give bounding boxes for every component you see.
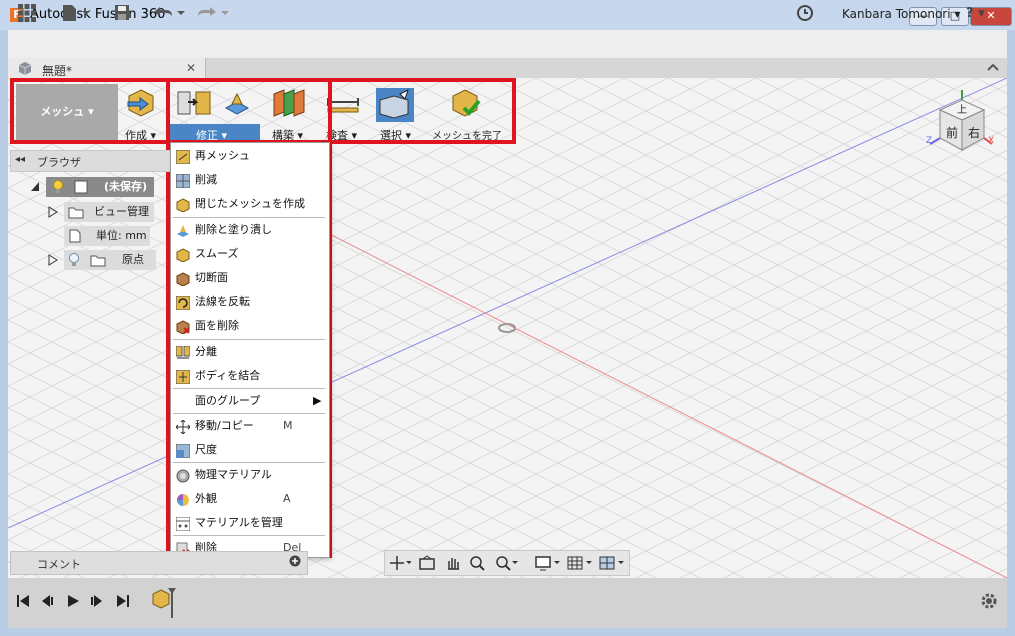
physical-material-icon — [176, 468, 190, 483]
modify-dropdown-menu: 再メッシュ 削減 閉じたメッシュを作成 削除と塗り潰し スムーズ 切断面 法線を… — [170, 142, 330, 558]
menu-item-separate[interactable]: 分離 — [171, 340, 327, 364]
erase-fill-icon — [176, 223, 190, 237]
comment-label: コメント — [37, 558, 81, 571]
undo-icon[interactable] — [152, 4, 186, 24]
browser-item-origin[interactable]: 原点 — [64, 250, 156, 270]
browser-item-views[interactable]: ビュー管理 — [64, 202, 154, 222]
closed-mesh-icon — [176, 197, 190, 213]
cube-icon — [18, 61, 32, 78]
collapse-toolbar-icon[interactable] — [986, 60, 1000, 77]
menu-item-combine-bodies[interactable]: ボディを結合 — [171, 364, 327, 388]
add-comment-icon[interactable] — [289, 555, 301, 570]
help-menu[interactable]: ? ▾ — [966, 4, 985, 24]
fit-zoom-icon[interactable] — [495, 555, 519, 574]
document-tab-label: 無題* — [42, 64, 73, 78]
menu-item-remesh[interactable]: 再メッシュ — [171, 144, 327, 168]
menu-item-face-groups[interactable]: 面のグループ ▶ — [171, 389, 327, 413]
file-icon[interactable] — [62, 4, 92, 24]
user-menu[interactable]: Kanbara Tomonori ▾ — [842, 4, 960, 24]
submenu-arrow-icon: ▶ — [313, 394, 322, 407]
menu-shortcut: M — [283, 419, 293, 432]
browser-item-label: 単位: mm — [96, 229, 147, 242]
lightbulb-off-icon[interactable] — [68, 253, 80, 274]
collapse-browser-icon[interactable]: ◂◂ — [15, 154, 25, 165]
menu-shortcut: A — [283, 492, 291, 505]
look-at-icon[interactable] — [419, 555, 435, 574]
timeline-settings-gear-icon[interactable] — [980, 592, 998, 613]
data-panel-icon[interactable] — [18, 4, 36, 24]
viewcube-right-label: 右 — [968, 126, 981, 140]
separate-icon — [175, 345, 191, 359]
expand-origin-icon[interactable] — [48, 254, 58, 269]
viewports-icon[interactable] — [599, 555, 625, 574]
combine-icon — [175, 369, 191, 385]
close-tab-icon[interactable]: ✕ — [186, 61, 196, 75]
browser-item-units[interactable]: 単位: mm — [64, 226, 150, 246]
plane-cut-icon — [176, 271, 190, 287]
navigation-bar — [384, 550, 630, 576]
browser-title: ブラウザ — [37, 156, 81, 169]
viewcube-top-label: 上 — [957, 105, 967, 116]
move-icon — [175, 419, 191, 435]
job-status-clock-icon[interactable] — [796, 4, 814, 24]
document-icon — [68, 229, 82, 250]
document-tab[interactable]: 無題* ✕ — [8, 58, 206, 78]
reduce-icon — [175, 173, 191, 189]
menu-item-appearance[interactable]: 外観 A — [171, 487, 327, 511]
expand-views-icon[interactable] — [48, 206, 58, 221]
menu-item-smooth[interactable]: スムーズ — [171, 242, 327, 266]
timeline-mesh-feature-icon[interactable] — [150, 586, 178, 623]
viewcube-front-label: 前 — [946, 126, 959, 140]
step-back-icon[interactable] — [40, 594, 54, 611]
appearance-icon — [176, 492, 190, 506]
menu-item-delete-faces[interactable]: 面を削除 — [171, 314, 327, 338]
collapse-root-icon[interactable] — [30, 180, 40, 192]
comment-panel[interactable]: コメント — [10, 551, 308, 575]
menu-item-move-copy[interactable]: 移動/コピー M — [171, 414, 327, 438]
browser-item-label: 原点 — [122, 253, 144, 266]
scale-icon — [175, 443, 191, 459]
manage-materials-icon — [175, 516, 191, 532]
menu-bar — [8, 30, 1007, 59]
zoom-icon[interactable] — [469, 555, 487, 574]
menu-item-reverse-normal[interactable]: 法線を反転 — [171, 290, 327, 314]
menu-item-manage-materials[interactable]: マテリアルを管理 — [171, 511, 327, 535]
window-title: Autodesk Fusion 360 — [30, 7, 166, 22]
folder-icon — [90, 253, 106, 274]
remesh-icon — [175, 149, 191, 165]
browser-item-label: ビュー管理 — [94, 205, 149, 218]
reverse-normal-icon — [175, 295, 191, 311]
pan-hand-icon[interactable] — [445, 555, 461, 574]
play-icon[interactable] — [66, 594, 80, 611]
go-to-end-icon[interactable] — [116, 594, 130, 611]
menu-item-physical-material[interactable]: 物理マテリアル — [171, 463, 327, 487]
axis-z-label: Z — [926, 136, 933, 146]
viewcube[interactable]: 上 前 右 Z X — [926, 88, 998, 160]
axis-x-label: X — [988, 136, 995, 146]
menu-item-scale[interactable]: 尺度 — [171, 438, 327, 462]
browser-root-node[interactable]: (未保存) — [46, 177, 154, 197]
grid-settings-icon[interactable] — [567, 555, 593, 574]
component-icon — [74, 180, 88, 201]
lightbulb-icon[interactable] — [52, 180, 64, 201]
go-to-start-icon[interactable] — [16, 594, 30, 611]
delete-faces-icon — [176, 319, 190, 335]
menu-item-make-closed-mesh[interactable]: 閉じたメッシュを作成 — [171, 192, 327, 216]
save-icon[interactable] — [114, 4, 130, 24]
redo-icon[interactable] — [196, 4, 230, 24]
orbit-icon[interactable] — [389, 555, 412, 574]
folder-icon — [68, 205, 84, 226]
smooth-icon — [176, 247, 190, 263]
menu-item-erase-and-fill[interactable]: 削除と塗り潰し — [171, 218, 327, 242]
browser-root-label: (未保存) — [104, 180, 148, 193]
step-forward-icon[interactable] — [90, 594, 104, 611]
menu-item-reduce[interactable]: 削減 — [171, 168, 327, 192]
menu-item-plane-cut[interactable]: 切断面 — [171, 266, 327, 290]
display-settings-icon[interactable] — [535, 555, 561, 574]
